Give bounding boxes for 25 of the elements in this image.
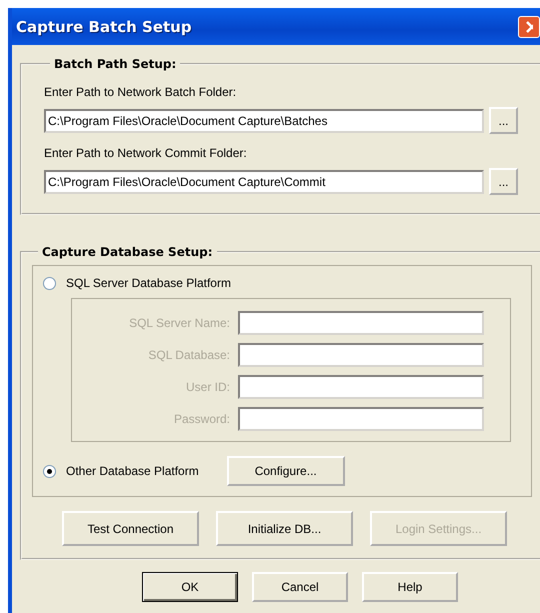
action-button[interactable]: Initialize DB... (216, 511, 353, 546)
configure-button[interactable]: Configure... (226, 456, 345, 486)
browse-button[interactable]: ... (489, 107, 518, 134)
field-label: SQL Database: (148, 348, 230, 362)
action-button[interactable]: Test Connection (62, 511, 199, 546)
browse-button[interactable]: ... (489, 168, 518, 195)
close-icon (525, 20, 533, 34)
group-title: Batch Path Setup: (53, 57, 178, 71)
dialog-button[interactable]: Help (362, 572, 458, 602)
radio-button[interactable] (43, 276, 56, 290)
dialog-button[interactable]: Cancel (252, 572, 348, 602)
field-label: User ID: (186, 380, 230, 394)
path-field[interactable]: C:\Program Files\Oracle\Document Capture\Batches (44, 108, 484, 132)
radio-button[interactable] (43, 464, 56, 478)
close-button[interactable] (518, 16, 540, 38)
group-title: Capture Database Setup: (41, 245, 214, 259)
path-field[interactable]: C:\Program Files\Oracle\Document Capture\Commit (44, 170, 484, 194)
radio-label: Other Database Platform (66, 464, 199, 478)
dialog-button[interactable]: OK (142, 572, 238, 602)
radio-label: SQL Server Database Platform (66, 276, 231, 290)
field-label: Enter Path to Network Batch Folder: (44, 85, 238, 99)
window-title: Capture Batch Setup (16, 18, 192, 36)
field-label: Password: (174, 412, 230, 426)
field-label: Enter Path to Network Commit Folder: (44, 146, 248, 160)
field-label: SQL Server Name: (129, 316, 230, 330)
